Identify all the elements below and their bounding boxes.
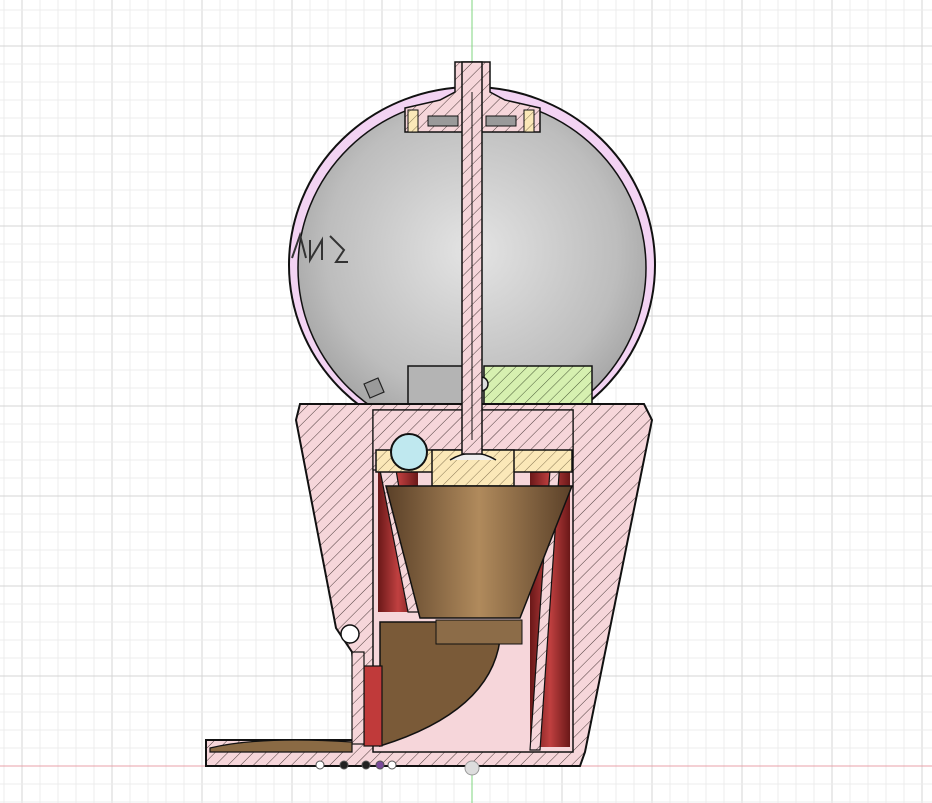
lid-screw-left[interactable] bbox=[407, 109, 419, 133]
chute-slot bbox=[435, 619, 523, 645]
dispense-gate[interactable] bbox=[351, 651, 365, 745]
ball-bearing[interactable] bbox=[390, 433, 428, 471]
circuit-board[interactable] bbox=[483, 365, 593, 405]
cad-viewport[interactable] bbox=[0, 0, 932, 803]
point-marker[interactable] bbox=[361, 760, 371, 770]
pivot-hole bbox=[340, 624, 360, 644]
point-marker[interactable] bbox=[339, 760, 349, 770]
point-marker[interactable] bbox=[375, 760, 385, 770]
point-marker[interactable] bbox=[315, 760, 325, 770]
stopper[interactable] bbox=[363, 665, 383, 747]
lid-slot-left bbox=[427, 115, 459, 127]
motor-block[interactable] bbox=[407, 365, 465, 405]
lid-slot-right bbox=[485, 115, 517, 127]
lid-screw-right[interactable] bbox=[523, 109, 535, 133]
point-marker[interactable] bbox=[387, 760, 397, 770]
canvas[interactable] bbox=[0, 0, 932, 803]
origin-marker[interactable] bbox=[464, 760, 480, 776]
